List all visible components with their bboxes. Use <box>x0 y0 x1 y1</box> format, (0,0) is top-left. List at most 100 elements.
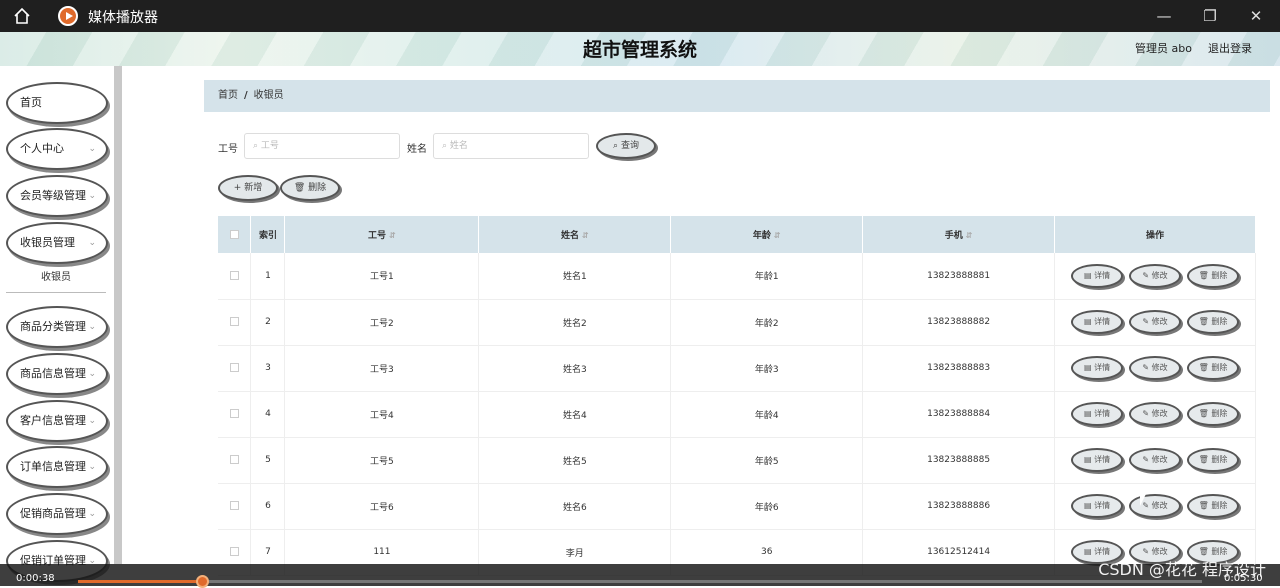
delete-button[interactable]: 🗑 删除 <box>1187 310 1240 334</box>
sidebar-item-promo-product[interactable]: 促销商品管理 ⌄ <box>6 493 108 535</box>
row-checkbox[interactable] <box>229 317 239 326</box>
name-label: 姓名 <box>407 144 427 155</box>
delete-button[interactable]: 🗑 删除 <box>1187 356 1240 380</box>
col-ops: 操作 <box>1054 216 1256 253</box>
id-search-input[interactable]: ⌕ 工号 <box>244 133 400 159</box>
table-row[interactable]: 3 工号3 姓名3 年龄3 13823888883 ▤ 详情 ✎ 修改 🗑 删除 <box>218 345 1256 392</box>
cell-index: 3 <box>250 345 286 392</box>
edit-button[interactable]: ✎ 修改 <box>1129 263 1182 288</box>
row-checkbox[interactable] <box>229 547 239 556</box>
pencil-icon: ✎ <box>1142 409 1150 418</box>
mouse-cursor-icon <box>1140 494 1152 506</box>
sidebar-scrollbar[interactable] <box>114 66 122 564</box>
edit-button[interactable]: ✎ 修改 <box>1129 402 1182 426</box>
name-search-input[interactable]: ⌕ 姓名 <box>433 133 589 159</box>
col-name[interactable]: 姓名 ⇵ <box>478 216 672 253</box>
progress-track[interactable] <box>78 575 1202 588</box>
col-id[interactable]: 工号 ⇵ <box>284 216 480 253</box>
table-row[interactable]: 5 工号5 姓名5 年龄5 13823888885 ▤ 详情 ✎ 修改 🗑 删除 <box>218 437 1256 484</box>
chevron-down-icon: ⌄ <box>88 144 96 154</box>
table-row[interactable]: 4 工号4 姓名4 年龄4 13823888884 ▤ 详情 ✎ 修改 🗑 删除 <box>218 391 1256 438</box>
document-icon: ▤ <box>1083 317 1092 326</box>
logout-link[interactable]: 退出登录 <box>1208 40 1252 56</box>
progress-knob[interactable] <box>195 575 209 588</box>
document-icon: ▤ <box>1083 547 1092 556</box>
sidebar-item-order[interactable]: 订单信息管理 ⌄ <box>6 446 108 488</box>
table-row[interactable]: 6 工号6 姓名6 年龄6 13823888886 ▤ 详情 ✎ 修改 🗑 删除 <box>218 483 1256 530</box>
media-player-icon <box>58 6 78 26</box>
row-checkbox[interactable] <box>229 270 239 280</box>
detail-button[interactable]: ▤ 详情 <box>1071 448 1124 472</box>
edit-button[interactable]: ✎ 修改 <box>1129 448 1182 472</box>
sidebar-subitem-cashier[interactable]: 收银员 <box>6 266 106 293</box>
col-index: 索引 <box>250 216 286 253</box>
row-checkbox[interactable] <box>229 455 239 464</box>
cell-age: 年龄6 <box>670 483 864 530</box>
current-user: 管理员 abo <box>1135 42 1192 55</box>
select-all-checkbox[interactable] <box>229 229 239 239</box>
row-checkbox[interactable] <box>229 409 239 418</box>
table-row[interactable]: 2 工号2 姓名2 年龄2 13823888882 ▤ 详情 ✎ 修改 🗑 删除 <box>218 299 1256 346</box>
chevron-down-icon: ⌄ <box>88 238 96 248</box>
trash-icon: 🗑 <box>1198 317 1209 326</box>
batch-delete-button[interactable]: 🗑 删除 <box>280 175 340 201</box>
detail-button[interactable]: ▤ 详情 <box>1071 310 1124 334</box>
query-button[interactable]: ⌕ 查询 <box>596 133 656 159</box>
sidebar-item-product[interactable]: 商品信息管理 ⌄ <box>6 353 108 395</box>
media-player-bar: 0:00:38 0:05:30 <box>0 564 1280 588</box>
sort-icon: ⇵ <box>581 231 589 240</box>
sidebar-item-customer[interactable]: 客户信息管理 ⌄ <box>6 400 108 442</box>
cell-index: 5 <box>250 437 286 484</box>
cell-index: 4 <box>250 391 286 438</box>
col-age[interactable]: 年龄 ⇵ <box>670 216 864 253</box>
pencil-icon: ✎ <box>1142 317 1150 326</box>
sidebar-item-home[interactable]: 首页 <box>6 82 108 124</box>
chevron-down-icon: ⌄ <box>88 509 96 519</box>
delete-button[interactable]: 🗑 删除 <box>1187 448 1240 472</box>
pencil-icon: ✎ <box>1142 547 1150 556</box>
cell-age: 年龄3 <box>670 345 864 392</box>
minimize-button[interactable]: — <box>1154 6 1174 26</box>
cell-phone: 13823888882 <box>862 299 1056 346</box>
document-icon: ▤ <box>1083 363 1092 372</box>
sidebar-item-category[interactable]: 商品分类管理 ⌄ <box>6 306 108 348</box>
sidebar-item-member-level[interactable]: 会员等级管理 ⌄ <box>6 175 108 217</box>
col-phone[interactable]: 手机 ⇵ <box>862 216 1056 253</box>
chevron-down-icon: ⌄ <box>88 191 96 201</box>
detail-button[interactable]: ▤ 详情 <box>1071 356 1124 380</box>
window-title: 媒体播放器 <box>88 10 158 26</box>
edit-button[interactable]: ✎ 修改 <box>1129 310 1182 334</box>
table-row[interactable]: 1 工号1 姓名1 年龄1 13823888881 ▤ 详情 ✎ 修改 🗑 删除 <box>218 253 1256 300</box>
detail-button[interactable]: ▤ 详情 <box>1071 402 1124 426</box>
document-icon: ▤ <box>1083 455 1092 464</box>
close-button[interactable]: ✕ <box>1246 6 1266 26</box>
detail-button[interactable]: ▤ 详情 <box>1071 494 1124 518</box>
add-button[interactable]: + 新增 <box>218 175 278 201</box>
row-checkbox[interactable] <box>229 501 239 510</box>
detail-button[interactable]: ▤ 详情 <box>1071 263 1124 288</box>
home-icon[interactable] <box>12 6 32 26</box>
delete-button[interactable]: 🗑 删除 <box>1187 494 1240 518</box>
pencil-icon: ✎ <box>1142 455 1150 464</box>
sidebar-item-cashier[interactable]: 收银员管理 ⌄ <box>6 222 108 264</box>
sidebar-item-profile[interactable]: 个人中心 ⌄ <box>6 128 108 170</box>
cell-id: 工号5 <box>284 437 480 484</box>
delete-button[interactable]: 🗑 删除 <box>1187 263 1240 288</box>
trash-icon: 🗑 <box>1198 547 1209 556</box>
delete-button[interactable]: 🗑 删除 <box>1187 402 1240 426</box>
search-icon: ⌕ <box>442 141 448 151</box>
restore-button[interactable]: ❐ <box>1200 6 1220 26</box>
trash-icon: 🗑 <box>1198 363 1209 372</box>
progress-fill <box>78 580 202 583</box>
cell-name: 姓名2 <box>478 299 672 346</box>
trash-icon: 🗑 <box>1198 455 1209 464</box>
document-icon: ▤ <box>1083 270 1092 280</box>
cell-index: 2 <box>250 299 286 346</box>
cell-age: 年龄5 <box>670 437 864 484</box>
breadcrumb-home[interactable]: 首页 <box>218 90 238 101</box>
trash-icon: 🗑 <box>293 183 306 193</box>
cell-phone: 13823888886 <box>862 483 1056 530</box>
row-checkbox[interactable] <box>229 363 239 372</box>
edit-button[interactable]: ✎ 修改 <box>1129 356 1182 380</box>
edit-button[interactable]: ✎ 修改 <box>1129 494 1182 518</box>
